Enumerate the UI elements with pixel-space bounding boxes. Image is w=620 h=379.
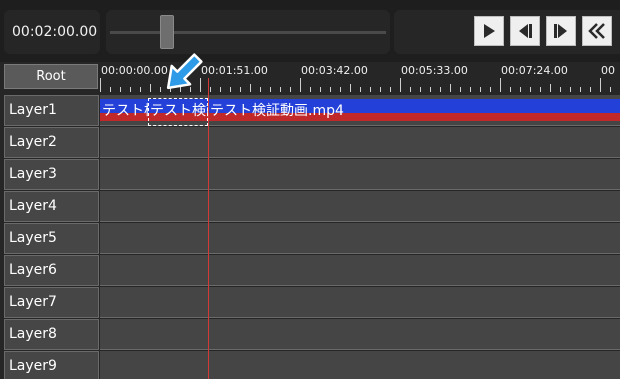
ruler-tick — [290, 87, 291, 92]
ruler-tick — [430, 87, 431, 92]
rewind-icon — [588, 23, 605, 39]
ruler-tick — [490, 87, 491, 92]
layer-label[interactable]: Layer4 — [4, 191, 99, 222]
ruler-tick — [600, 78, 601, 92]
layer-label[interactable]: Layer6 — [4, 255, 99, 286]
ruler-tick — [260, 87, 261, 92]
ruler-time-label: 00:01:51.00 — [201, 64, 268, 77]
ruler-tick — [440, 87, 441, 92]
ruler-tick — [380, 87, 381, 92]
ruler-tick — [220, 87, 221, 92]
layer-track[interactable] — [100, 319, 620, 350]
ruler-tick — [350, 84, 351, 92]
ruler-tick — [570, 87, 571, 92]
ruler-tick — [340, 87, 341, 92]
ruler-time-label: 00 — [601, 64, 615, 77]
ruler-tick — [100, 78, 101, 92]
clip-label: テスト検証動画.mp4 — [102, 103, 148, 119]
ruler-tick — [360, 87, 361, 92]
rewind-button[interactable] — [582, 16, 612, 46]
ruler-tick — [370, 87, 371, 92]
ruler-tick — [540, 87, 541, 92]
step-forward-icon — [554, 24, 567, 38]
transport-toolbar: 00:02:00.00 — [0, 0, 620, 62]
ruler-tick — [580, 87, 581, 92]
ruler-tick — [280, 87, 281, 92]
ruler-tick — [530, 87, 531, 92]
layer-label[interactable]: Layer9 — [4, 351, 99, 379]
layer-track[interactable] — [100, 127, 620, 158]
ruler-tick — [110, 87, 111, 92]
ruler-tick — [300, 78, 301, 92]
layer-label[interactable]: Layer2 — [4, 127, 99, 158]
ruler-time-label: 00:00:00.00 — [101, 64, 168, 77]
ruler-tick — [560, 87, 561, 92]
root-button[interactable]: Root — [4, 64, 98, 89]
ruler-tick — [420, 87, 421, 92]
layer-track[interactable] — [100, 255, 620, 286]
ruler-time-label: 00:07:24.00 — [501, 64, 568, 77]
ruler-tick — [130, 87, 131, 92]
layer-track[interactable] — [100, 351, 620, 379]
ruler-time-label: 00:03:42.00 — [301, 64, 368, 77]
layer-label[interactable]: Layer3 — [4, 159, 99, 190]
ruler-tick — [330, 87, 331, 92]
ruler-tick — [410, 87, 411, 92]
seek-bar[interactable] — [106, 10, 390, 54]
clip-3[interactable]: テスト検証動画.mp4 — [208, 95, 620, 126]
ruler-tick — [590, 87, 591, 92]
ruler-tick — [400, 78, 401, 92]
ruler-tick — [480, 87, 481, 92]
layer-track[interactable] — [100, 191, 620, 222]
ruler-tick — [510, 87, 511, 92]
playback-controls — [394, 10, 620, 54]
layer-label[interactable]: Layer7 — [4, 287, 99, 318]
ruler-tick — [240, 87, 241, 92]
seek-track[interactable] — [110, 31, 386, 34]
ruler-tick — [250, 84, 251, 92]
clip-1[interactable]: テスト検証動画.mp4 — [100, 95, 148, 126]
play-icon — [484, 24, 495, 38]
ruler-tick — [520, 87, 521, 92]
step-back-icon — [519, 24, 532, 38]
ruler-tick — [150, 84, 151, 92]
ruler-tick — [450, 84, 451, 92]
ruler-tick — [120, 87, 121, 92]
step-forward-button[interactable] — [546, 16, 576, 46]
timeline-editor: 00:02:00.00 Root 00:00:00.00 00:01:51.00… — [0, 0, 620, 379]
ruler-tick — [470, 87, 471, 92]
ruler-tick — [230, 87, 231, 92]
play-button[interactable] — [474, 16, 504, 46]
ruler-tick — [310, 87, 311, 92]
layer-track[interactable] — [100, 223, 620, 254]
seek-thumb[interactable] — [160, 15, 175, 49]
ruler-tick — [550, 84, 551, 92]
step-back-button[interactable] — [510, 16, 540, 46]
ruler-tick — [460, 87, 461, 92]
drag-selection-box — [148, 98, 208, 126]
playhead[interactable] — [208, 78, 209, 379]
layer-label[interactable]: Layer5 — [4, 223, 99, 254]
layer-track[interactable] — [100, 159, 620, 190]
layer-track[interactable] — [100, 287, 620, 318]
current-time-display: 00:02:00.00 — [4, 10, 100, 54]
clip-label: テスト検証動画.mp4 — [210, 103, 344, 119]
ruler-time-label: 00:05:33.00 — [401, 64, 468, 77]
pointer-arrow-icon — [166, 53, 203, 90]
ruler-tick — [500, 78, 501, 92]
ruler-tick — [210, 87, 211, 92]
ruler-tick — [610, 87, 611, 92]
ruler-tick — [390, 87, 391, 92]
ruler-tick — [320, 87, 321, 92]
ruler-tick — [270, 87, 271, 92]
ruler-tick — [140, 87, 141, 92]
layer-label[interactable]: Layer1 — [4, 95, 99, 126]
layer-label[interactable]: Layer8 — [4, 319, 99, 350]
